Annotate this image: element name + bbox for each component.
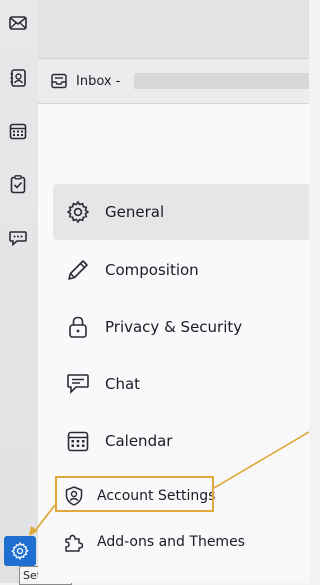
pencil-icon xyxy=(65,257,91,283)
mail-space-button[interactable] xyxy=(6,11,30,35)
calendar-icon xyxy=(9,123,27,140)
bottom-link-label: Add-ons and Themes xyxy=(97,534,245,550)
category-chat[interactable]: Chat xyxy=(53,356,309,412)
category-label: Calendar xyxy=(105,432,173,450)
tab-label: Inbox - xyxy=(76,73,121,89)
calendar-icon xyxy=(65,428,91,454)
category-general[interactable]: General xyxy=(53,184,309,240)
address-book-space-button[interactable] xyxy=(6,66,30,90)
category-label: Privacy & Security xyxy=(105,318,243,336)
lock-icon xyxy=(65,314,91,340)
title-bar xyxy=(38,0,309,59)
redacted-account-name xyxy=(134,73,309,89)
spaces-toolbar xyxy=(0,0,39,583)
puzzle-icon xyxy=(63,531,85,553)
tab-bar: Inbox - xyxy=(38,59,309,104)
chat-icon xyxy=(65,371,91,397)
tab-inbox[interactable]: Inbox - xyxy=(50,69,120,93)
chat-space-button[interactable] xyxy=(6,226,30,250)
category-composition[interactable]: Composition xyxy=(53,242,309,298)
category-privacy-security[interactable]: Privacy & Security xyxy=(53,299,309,355)
category-calendar[interactable]: Calendar xyxy=(53,413,309,469)
inbox-icon xyxy=(51,73,67,89)
gear-icon xyxy=(11,541,29,561)
calendar-space-button[interactable] xyxy=(6,119,30,143)
address-book-icon xyxy=(10,69,26,87)
tasks-icon xyxy=(10,175,26,194)
category-label: Composition xyxy=(105,261,199,279)
settings-button[interactable] xyxy=(4,536,36,566)
chat-icon xyxy=(9,231,27,247)
category-label: Chat xyxy=(105,375,141,393)
account-settings-highlight xyxy=(55,476,214,512)
mail-icon xyxy=(9,16,27,30)
addons-themes-link[interactable]: Add-ons and Themes xyxy=(53,523,309,561)
gear-icon xyxy=(65,199,91,225)
category-label: General xyxy=(105,203,165,221)
tasks-space-button[interactable] xyxy=(6,172,30,196)
